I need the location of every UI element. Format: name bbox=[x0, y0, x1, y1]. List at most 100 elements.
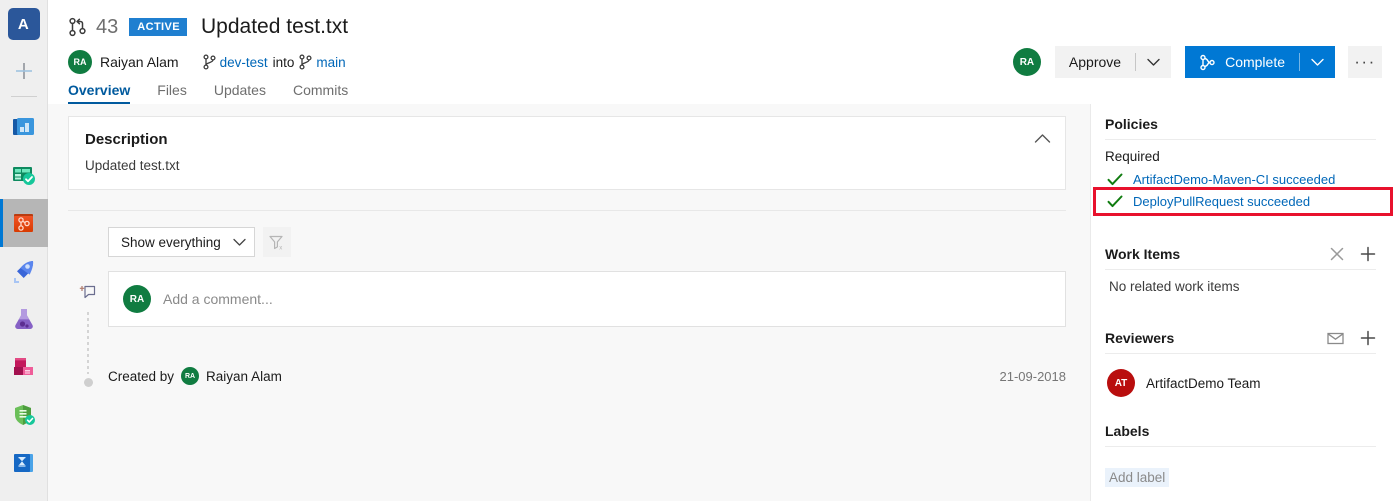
labels-rule bbox=[1105, 446, 1376, 447]
sidebar-item-boards[interactable] bbox=[0, 103, 48, 151]
comment-input[interactable]: RA Add a comment... bbox=[108, 271, 1066, 327]
work-items-heading: Work Items bbox=[1105, 246, 1376, 269]
tab-updates[interactable]: Updates bbox=[214, 82, 266, 104]
reviewer-avatar[interactable]: RA bbox=[1012, 48, 1041, 76]
test-plans-icon bbox=[14, 309, 33, 329]
work-items-empty-text: No related work items bbox=[1109, 279, 1240, 294]
sidebar-item-advanced-security[interactable] bbox=[0, 391, 48, 439]
comment-placeholder: Add a comment... bbox=[163, 291, 273, 307]
sidebar-item-boards-work[interactable] bbox=[0, 151, 48, 199]
boards-icon bbox=[12, 118, 34, 135]
pipelines-icon bbox=[13, 261, 33, 283]
policies-heading: Policies bbox=[1105, 116, 1376, 139]
pull-request-header: 43 ACTIVE Updated test.txt RA Raiyan Ala… bbox=[48, 0, 1400, 104]
test-plans-overview-icon bbox=[12, 167, 35, 185]
complete-split-button: Complete bbox=[1185, 46, 1335, 78]
organization-initial: A bbox=[17, 15, 30, 33]
labels-heading-label: Labels bbox=[1105, 423, 1150, 439]
reviewer-name: ArtifactDemo Team bbox=[1146, 375, 1261, 391]
created-by-avatar: RA bbox=[181, 367, 200, 385]
chevron-down-icon bbox=[1146, 58, 1160, 66]
page-body: Description Updated test.txt Show everyt… bbox=[48, 104, 1400, 501]
thread-gutter bbox=[68, 271, 108, 387]
sidebar-item-repos[interactable] bbox=[0, 199, 48, 247]
approve-dropdown-button[interactable] bbox=[1135, 46, 1171, 78]
analytics-icon bbox=[13, 454, 33, 472]
work-items-rule bbox=[1105, 269, 1376, 270]
description-card: Description Updated test.txt bbox=[68, 116, 1066, 190]
policy-row[interactable]: ArtifactDemo-Maven-CI succeeded bbox=[1105, 168, 1376, 190]
labels-heading: Labels bbox=[1105, 423, 1376, 446]
thread-content: RA Add a comment... Created by RA Raiyan… bbox=[108, 271, 1066, 387]
thread-endpoint-dot bbox=[83, 378, 93, 387]
reviewers-rule bbox=[1105, 353, 1376, 354]
approve-button[interactable]: Approve bbox=[1054, 46, 1136, 78]
sidebar-item-pipelines[interactable] bbox=[0, 247, 48, 295]
tab-files[interactable]: Files bbox=[157, 82, 187, 104]
more-options-button[interactable]: ··· bbox=[1348, 46, 1382, 78]
created-by-name: Raiyan Alam bbox=[206, 368, 282, 384]
reviewer-avatar-initials: RA bbox=[1019, 56, 1035, 68]
show-everything-value: Show everything bbox=[121, 234, 221, 250]
tab-commits[interactable]: Commits bbox=[293, 82, 348, 104]
discussion-filter-row: Show everything x bbox=[68, 211, 1066, 257]
filter-clear-icon: x bbox=[269, 235, 283, 251]
rail-divider bbox=[10, 96, 37, 97]
svg-text:x: x bbox=[280, 245, 283, 251]
new-item-button[interactable] bbox=[0, 48, 48, 94]
chevron-up-icon bbox=[1034, 134, 1051, 143]
status-badge: ACTIVE bbox=[129, 18, 187, 36]
sidebar-item-analytics[interactable] bbox=[0, 439, 48, 487]
plus-icon[interactable] bbox=[1360, 246, 1376, 262]
policy-row[interactable]: DeployPullRequest succeeded bbox=[1093, 187, 1393, 216]
policies-required-label: Required bbox=[1105, 149, 1160, 164]
policy-link[interactable]: DeployPullRequest succeeded bbox=[1133, 194, 1310, 209]
reviewers-heading-label: Reviewers bbox=[1105, 330, 1175, 346]
check-icon bbox=[1107, 195, 1133, 208]
created-date: 21-09-2018 bbox=[999, 368, 1067, 384]
work-items-actions bbox=[1330, 246, 1376, 262]
complete-button[interactable]: Complete bbox=[1185, 46, 1299, 78]
pull-request-icon bbox=[68, 17, 87, 37]
collapse-description-button[interactable] bbox=[1034, 133, 1051, 144]
into-label: into bbox=[272, 54, 295, 70]
security-icon bbox=[14, 405, 35, 425]
check-icon bbox=[1107, 173, 1133, 186]
add-label-button[interactable]: Add label bbox=[1105, 468, 1170, 487]
reviewer-row[interactable]: AT ArtifactDemo Team bbox=[1105, 363, 1376, 397]
created-by-row: Created by RA Raiyan Alam 21-09-2018 bbox=[108, 365, 1066, 387]
azure-devops-pull-request-page: A 43 ACTIVE Updated test.txt RA Raiyan A… bbox=[0, 0, 1400, 501]
pull-request-tabs: Overview Files Updates Commits bbox=[48, 74, 1400, 104]
pull-request-actions: RA Approve Complete ··· bbox=[1012, 46, 1382, 78]
close-icon[interactable] bbox=[1330, 247, 1344, 261]
reviewer-avatar-initials: AT bbox=[1114, 377, 1128, 389]
plus-icon[interactable] bbox=[1360, 330, 1376, 346]
artifacts-icon bbox=[13, 358, 33, 375]
avatar[interactable]: RA bbox=[68, 50, 92, 74]
policy-link[interactable]: ArtifactDemo-Maven-CI succeeded bbox=[1133, 172, 1335, 187]
pull-request-author: Raiyan Alam bbox=[100, 54, 179, 70]
organization-avatar[interactable]: A bbox=[7, 8, 40, 40]
reviewer-avatar: AT bbox=[1107, 369, 1135, 397]
reviewers-actions bbox=[1327, 330, 1376, 346]
tab-overview[interactable]: Overview bbox=[68, 82, 131, 104]
mail-icon[interactable] bbox=[1327, 332, 1344, 345]
target-branch-link[interactable]: main bbox=[316, 55, 345, 70]
source-branch-link[interactable]: dev-test bbox=[220, 55, 268, 70]
sidebar-item-test-plans[interactable] bbox=[0, 295, 48, 343]
merge-icon bbox=[1199, 54, 1216, 71]
avatar-initials: RA bbox=[73, 57, 87, 67]
target-branch-icon bbox=[299, 54, 312, 70]
clear-filter-button[interactable]: x bbox=[262, 227, 291, 257]
sidebar-item-artifacts[interactable] bbox=[0, 343, 48, 391]
approve-split-button: Approve bbox=[1054, 46, 1172, 78]
description-heading: Description bbox=[85, 131, 168, 148]
policies-heading-label: Policies bbox=[1105, 116, 1158, 132]
complete-dropdown-button[interactable] bbox=[1299, 46, 1335, 78]
created-by-avatar-initials: RA bbox=[184, 372, 196, 380]
show-everything-dropdown[interactable]: Show everything bbox=[108, 227, 255, 257]
